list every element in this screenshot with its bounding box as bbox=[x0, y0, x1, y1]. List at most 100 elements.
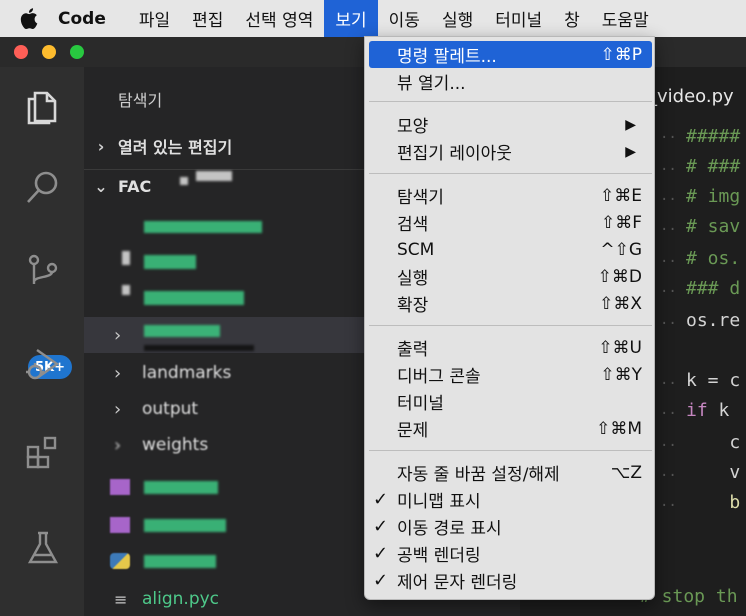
menu-item-terminal[interactable]: 터미널 bbox=[369, 388, 652, 415]
folder-label: weights bbox=[142, 435, 209, 455]
menu-item-label: 모양 bbox=[397, 117, 429, 137]
run-debug-icon[interactable] bbox=[18, 339, 68, 389]
editor-tab-title[interactable]: _video.py bbox=[648, 86, 734, 107]
menu-terminal[interactable]: 터미널 bbox=[484, 0, 553, 37]
menu-item-appearance[interactable]: 모양 ▶ bbox=[369, 111, 652, 138]
whitespace-dots: ·· bbox=[660, 376, 677, 392]
chevron-right-icon: › bbox=[114, 398, 122, 420]
apple-logo-icon[interactable] bbox=[0, 8, 58, 29]
menu-item-label: 검색 bbox=[397, 215, 429, 235]
menu-item-show-minimap[interactable]: ✓ 미니맵 표시 bbox=[369, 486, 652, 513]
menu-item-label: 뷰 열기... bbox=[397, 74, 466, 94]
code-line: os.re bbox=[686, 310, 741, 331]
file-label: align.pyc bbox=[142, 589, 220, 609]
menu-selection[interactable]: 선택 영역 bbox=[234, 0, 324, 37]
obscured-filename bbox=[144, 221, 262, 233]
menu-item-label: 문제 bbox=[397, 421, 429, 441]
menu-item-label: 출력 bbox=[397, 340, 429, 360]
submenu-arrow-icon: ▶ bbox=[625, 116, 636, 133]
search-icon[interactable] bbox=[18, 163, 68, 213]
folder-label: output bbox=[142, 399, 199, 419]
code-line: b bbox=[686, 492, 741, 513]
whitespace-dots: ·· bbox=[660, 222, 677, 238]
obscured-text bbox=[180, 177, 188, 185]
menu-file[interactable]: 파일 bbox=[128, 0, 181, 37]
menu-item-debug-console[interactable]: 디버그 콘솔 ⇧⌘Y bbox=[369, 361, 652, 388]
menu-item-shortcut: ⇧⌘E bbox=[600, 185, 642, 206]
menu-go[interactable]: 이동 bbox=[378, 0, 431, 37]
code-line: k = c bbox=[686, 370, 741, 391]
activity-bar: 5K+ bbox=[0, 67, 84, 616]
menu-item-label: 미니맵 표시 bbox=[397, 492, 481, 512]
macos-menu-bar: Code 파일 편집 선택 영역 보기 이동 실행 터미널 창 도움말 bbox=[0, 0, 746, 37]
menu-item-label: SCM bbox=[397, 239, 435, 260]
menu-item-search[interactable]: 검색 ⇧⌘F bbox=[369, 209, 652, 236]
extensions-icon[interactable] bbox=[18, 429, 68, 479]
menu-item-editor-layout[interactable]: 편집기 레이아웃 ▶ bbox=[369, 138, 652, 165]
whitespace-dots: ·· bbox=[660, 468, 677, 484]
menu-edit[interactable]: 편집 bbox=[181, 0, 234, 37]
explorer-icon[interactable] bbox=[18, 81, 68, 131]
submenu-arrow-icon: ▶ bbox=[625, 143, 636, 160]
menu-item-shortcut: ⇧⌘F bbox=[600, 212, 642, 233]
menu-window[interactable]: 창 bbox=[553, 0, 591, 37]
code-line: # img bbox=[686, 186, 741, 207]
menu-item-extensions[interactable]: 확장 ⇧⌘X bbox=[369, 290, 652, 317]
checkmark-icon: ✓ bbox=[373, 516, 389, 537]
menu-item-problems[interactable]: 문제 ⇧⌘M bbox=[369, 415, 652, 442]
chevron-right-icon: › bbox=[114, 362, 122, 384]
menu-item-label: 공백 렌더링 bbox=[397, 546, 481, 566]
code-line: v bbox=[686, 462, 741, 483]
chevron-right-icon: › bbox=[114, 434, 122, 456]
app-name-menu[interactable]: Code bbox=[58, 9, 106, 29]
testing-icon[interactable] bbox=[18, 523, 68, 573]
python-file-icon bbox=[110, 553, 130, 569]
menu-item-toggle-word-wrap[interactable]: 자동 줄 바꿈 설정/해제 ⌥Z bbox=[369, 459, 652, 486]
menu-item-label: 탐색기 bbox=[397, 188, 444, 208]
menu-item-label: 자동 줄 바꿈 설정/해제 bbox=[397, 465, 560, 485]
menu-item-run[interactable]: 실행 ⇧⌘D bbox=[369, 263, 652, 290]
menu-item-output[interactable]: 출력 ⇧⌘U bbox=[369, 334, 652, 361]
menu-separator bbox=[369, 173, 652, 174]
menu-item-show-breadcrumbs[interactable]: ✓ 이동 경로 표시 bbox=[369, 513, 652, 540]
whitespace-dots: ·· bbox=[660, 316, 677, 332]
menu-item-render-whitespace[interactable]: ✓ 공백 렌더링 bbox=[369, 540, 652, 567]
whitespace-dots: ·· bbox=[660, 438, 677, 454]
zoom-window-button[interactable] bbox=[70, 45, 84, 59]
menu-item-render-control-characters[interactable]: ✓ 제어 문자 렌더링 bbox=[369, 567, 652, 594]
whitespace-dots: ·· bbox=[660, 130, 677, 146]
menu-item-scm[interactable]: SCM ^⇧G bbox=[369, 236, 652, 263]
menu-item-open-view[interactable]: 뷰 열기... bbox=[369, 68, 652, 95]
menu-run[interactable]: 실행 bbox=[431, 0, 484, 37]
checkmark-icon: ✓ bbox=[373, 543, 389, 564]
menu-item-label: 실행 bbox=[397, 269, 429, 289]
menu-item-label: 명령 팔레트... bbox=[397, 47, 497, 67]
whitespace-dots: ·· bbox=[660, 406, 677, 422]
code-line: # sav bbox=[686, 216, 741, 237]
explorer-title: 탐색기 bbox=[118, 91, 163, 110]
menu-help[interactable]: 도움말 bbox=[591, 0, 660, 37]
obscured-filename bbox=[144, 255, 196, 269]
open-editors-label: 열려 있는 편집기 bbox=[118, 138, 233, 157]
checkmark-icon: ✓ bbox=[373, 489, 389, 510]
whitespace-dots: ·· bbox=[660, 498, 677, 514]
menu-item-explorer[interactable]: 탐색기 ⇧⌘E bbox=[369, 182, 652, 209]
obscured-filename bbox=[144, 555, 216, 568]
minimize-window-button[interactable] bbox=[42, 45, 56, 59]
menu-view[interactable]: 보기 bbox=[324, 0, 378, 37]
folder-label: landmarks bbox=[142, 363, 232, 383]
menu-item-label: 제어 문자 렌더링 bbox=[397, 573, 518, 593]
obscured-filename bbox=[144, 519, 226, 532]
code-line-if: if k bbox=[686, 400, 730, 421]
menu-separator bbox=[369, 450, 652, 451]
obscured-text bbox=[196, 171, 232, 181]
close-window-button[interactable] bbox=[14, 45, 28, 59]
source-control-icon[interactable] bbox=[18, 247, 68, 297]
menu-item-label: 확장 bbox=[397, 296, 429, 316]
menu-item-shortcut: ⇧⌘P bbox=[600, 44, 643, 65]
obscured-filename bbox=[144, 325, 220, 337]
menu-item-command-palette[interactable]: 명령 팔레트... ⇧⌘P bbox=[369, 41, 652, 68]
obscured-filename bbox=[144, 291, 244, 305]
menu-item-shortcut: ⇧⌘U bbox=[598, 337, 642, 358]
menu-item-label: 터미널 bbox=[397, 394, 444, 414]
